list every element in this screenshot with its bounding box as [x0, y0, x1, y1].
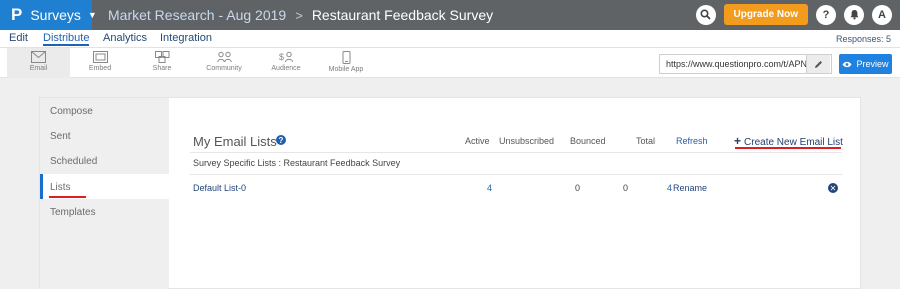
preview-label: Preview	[856, 59, 889, 69]
menu-distribute[interactable]: Distribute	[43, 32, 90, 46]
list-total-count[interactable]: 4	[660, 183, 672, 193]
product-name: Surveys	[30, 7, 81, 23]
top-right-actions: Upgrade Now ? A	[688, 4, 892, 25]
product-switcher[interactable]: P Surveys ▼	[0, 0, 97, 30]
top-bar: P Surveys ▼ Market Research - Aug 2019 >…	[0, 0, 900, 30]
column-active: Active	[465, 136, 490, 146]
create-annotation-underline	[735, 147, 841, 149]
share-icon	[154, 51, 169, 63]
column-bounced: Bounced	[570, 136, 606, 146]
lists-annotation-underline	[49, 196, 86, 198]
tool-embed-label: Embed	[88, 65, 112, 72]
edit-url-button[interactable]	[806, 55, 830, 73]
tool-audience[interactable]: $ Audience	[258, 48, 314, 78]
side-item-scheduled[interactable]: Scheduled	[50, 156, 97, 167]
envelope-icon	[31, 51, 46, 63]
search-button[interactable]	[695, 4, 716, 25]
list-unsubscribed-count: 0	[574, 183, 580, 193]
tool-share-label: Share	[152, 65, 172, 72]
email-lists-title: My Email Lists	[193, 134, 277, 149]
community-icon	[216, 51, 232, 63]
tool-community-label: Community	[206, 65, 242, 72]
menu-edit[interactable]: Edit	[9, 32, 28, 44]
list-name-link[interactable]: Default List-0	[193, 183, 246, 193]
list-bounced-count: 0	[622, 183, 628, 193]
menu-integration[interactable]: Integration	[160, 32, 212, 44]
table-row: Default List-0 4 0 0 4 Rename ✕	[190, 174, 842, 198]
help-icon: ?	[822, 8, 830, 21]
email-lists-panel: Compose Sent Scheduled Lists Templates M…	[39, 97, 861, 289]
eye-icon	[842, 61, 852, 67]
create-new-email-list-link[interactable]: + Create New Email List	[734, 134, 843, 148]
survey-specific-lists-heading: Survey Specific Lists : Restaurant Feedb…	[193, 158, 401, 168]
tool-mobile-app-label: Mobile App	[328, 66, 364, 73]
bell-icon	[850, 10, 858, 20]
rename-list-link[interactable]: Rename	[673, 183, 707, 193]
responses-count: Responses: 5	[835, 34, 891, 44]
help-icon[interactable]: ?	[276, 135, 286, 145]
svg-text:$: $	[279, 52, 284, 62]
plus-icon: +	[734, 134, 742, 148]
survey-url-field[interactable]: https://www.questionpro.com/t/APNrFZ	[659, 54, 832, 74]
header-divider	[190, 152, 842, 153]
list-active-count[interactable]: 4	[480, 183, 492, 193]
tool-share[interactable]: Share	[134, 48, 190, 78]
email-lists-content: My Email Lists ? Active Unsubscribed Bou…	[169, 98, 862, 289]
tool-email[interactable]: Email	[7, 48, 70, 78]
preview-button[interactable]: Preview	[839, 54, 892, 74]
survey-title: Restaurant Feedback Survey	[311, 7, 494, 23]
tool-community[interactable]: Community	[196, 48, 252, 78]
side-item-compose[interactable]: Compose	[50, 106, 93, 117]
mobile-icon	[342, 51, 350, 64]
menu-bar: Edit Distribute Analytics Integration Re…	[0, 30, 900, 48]
audience-icon: $	[279, 51, 293, 63]
breadcrumb-separator: >	[295, 7, 303, 23]
embed-icon	[92, 51, 108, 63]
delete-list-icon[interactable]: ✕	[828, 183, 838, 193]
column-unsubscribed: Unsubscribed	[499, 136, 555, 146]
side-item-lists[interactable]: Lists	[50, 182, 71, 193]
tool-embed[interactable]: Embed	[72, 48, 128, 78]
survey-url-value[interactable]: https://www.questionpro.com/t/APNrFZ	[660, 59, 806, 69]
email-side-nav: Compose Sent Scheduled Lists Templates	[40, 98, 169, 289]
breadcrumb-folder[interactable]: Market Research - Aug 2019	[108, 7, 286, 23]
refresh-link[interactable]: Refresh	[676, 136, 708, 146]
tool-audience-label: Audience	[271, 65, 301, 72]
side-item-templates[interactable]: Templates	[50, 207, 96, 218]
tool-email-label: Email	[29, 65, 48, 72]
breadcrumb: Market Research - Aug 2019 > Restaurant …	[108, 0, 493, 30]
search-icon	[700, 9, 711, 20]
help-button[interactable]: ?	[816, 4, 836, 25]
questionpro-logo-icon: P	[11, 5, 23, 24]
upgrade-now-button[interactable]: Upgrade Now	[723, 4, 808, 25]
menu-analytics[interactable]: Analytics	[103, 32, 147, 44]
caret-down-icon: ▼	[87, 10, 97, 20]
side-item-sent[interactable]: Sent	[50, 131, 71, 142]
notifications-button[interactable]	[844, 4, 864, 25]
pencil-icon	[815, 60, 822, 68]
account-avatar[interactable]: A	[872, 4, 892, 25]
tool-mobile-app[interactable]: Mobile App	[318, 48, 374, 78]
column-total: Total	[636, 136, 656, 146]
